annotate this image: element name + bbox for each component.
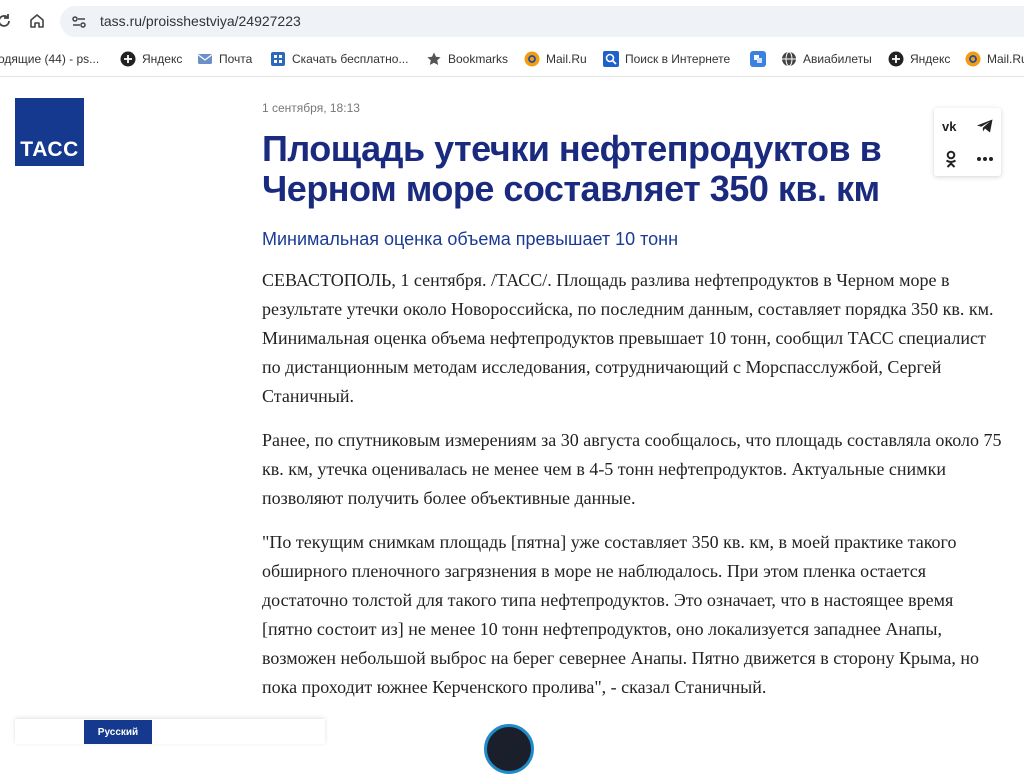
more-icon[interactable]	[968, 142, 1001, 175]
bookmark-label: Mail.Ru	[546, 52, 587, 66]
article-headline: Площадь утечки нефтепродуктов в Черном м…	[262, 128, 882, 209]
svg-text:vk: vk	[942, 119, 957, 133]
language-button[interactable]: Русский	[84, 720, 152, 744]
bookmark-label: Авиабилеты	[803, 52, 872, 66]
article-paragraph: "По текущим снимкам площадь [пятна] уже …	[262, 532, 979, 697]
bookmark-label: Яндекс	[142, 52, 183, 66]
yandex-icon	[120, 51, 136, 67]
reload-icon[interactable]	[0, 9, 16, 33]
bookmark-item[interactable]: Bookmarks	[426, 50, 508, 68]
bookmark-label: Почта	[219, 52, 253, 66]
download-app-icon	[270, 51, 286, 67]
bookmark-label: Поиск в Интернете	[625, 52, 731, 66]
url-text[interactable]: tass.ru/proisshestviya/24927223	[100, 13, 301, 29]
bookmark-item[interactable]: Авиабилеты	[781, 50, 872, 68]
article-body: СЕВАСТОПОЛЬ, 1 сентября. /ТАСС/. Площадь…	[262, 266, 1007, 717]
search-icon	[603, 51, 619, 67]
mailru-icon	[965, 51, 981, 67]
bookmark-label: одящие (44) - ps...	[0, 52, 100, 66]
bookmark-item[interactable]: Яндекс	[120, 50, 182, 68]
bookmark-item[interactable]: одящие (44) - ps...	[0, 50, 99, 68]
site-settings-icon[interactable]	[70, 13, 88, 31]
yandex-icon	[888, 51, 904, 67]
bookmark-item[interactable]: Скачать бесплатно...	[270, 50, 408, 68]
publish-date: 1 сентября, 18:13	[262, 101, 360, 115]
bookmark-item[interactable]: Mail.Ru	[524, 50, 587, 68]
star-icon	[426, 51, 442, 67]
mailru-icon	[524, 51, 540, 67]
mail-icon	[197, 51, 213, 67]
bookmark-label: Mail.Ru	[987, 52, 1024, 66]
globe-icon	[781, 51, 797, 67]
tass-logo[interactable]: ТАСС	[15, 98, 84, 166]
bookmark-label: Bookmarks	[448, 52, 509, 66]
article-subtitle: Минимальная оценка объема превышает 10 т…	[262, 229, 679, 249]
bookmark-item[interactable]: Поиск в Интернете	[603, 50, 730, 68]
home-icon[interactable]	[25, 9, 49, 33]
telegram-icon[interactable]	[968, 109, 1001, 142]
floating-widget[interactable]	[484, 724, 534, 774]
bookmark-label: Яндекс	[910, 52, 951, 66]
vk-icon[interactable]: vk	[934, 109, 967, 142]
address-bar[interactable]: tass.ru/proisshestviya/24927223	[60, 6, 1024, 37]
bookmarks-bar: одящие (44) - ps... Яндекс Почта Скачать…	[0, 42, 1024, 77]
browser-toolbar: tass.ru/proisshestviya/24927223	[0, 0, 1024, 42]
bookmark-item[interactable]	[750, 50, 772, 68]
bookmark-label: Скачать бесплатно...	[292, 52, 409, 66]
bookmark-item[interactable]: Почта	[197, 50, 252, 68]
bookmark-item[interactable]: Яндекс	[888, 50, 950, 68]
logo-text: ТАСС	[20, 138, 79, 161]
app-icon	[750, 51, 766, 67]
article-paragraph: СЕВАСТОПОЛЬ, 1 сентября. /ТАСС/. Площадь…	[262, 270, 994, 406]
article-paragraph: Ранее, по спутниковым измерениям за 30 а…	[262, 430, 1002, 508]
bookmark-item[interactable]: Mail.Ru	[965, 50, 1024, 68]
language-bar	[15, 719, 325, 744]
share-panel: vk	[934, 108, 1001, 176]
odnoklassniki-icon[interactable]	[934, 142, 967, 175]
